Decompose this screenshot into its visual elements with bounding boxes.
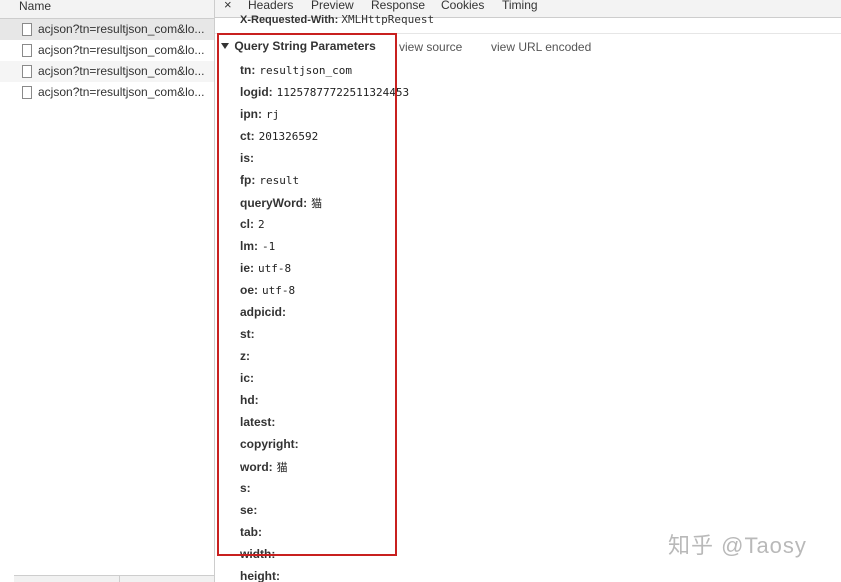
tab-headers[interactable]: Headers [248,0,293,12]
param-key: oe: [240,283,258,297]
query-param-row: hd: [240,393,263,409]
param-value: rj [266,108,280,121]
cutoff-header-key: X-Requested-With: [240,14,339,26]
request-row[interactable]: acjson?tn=resultjson_com&lo... [0,61,214,82]
horizontal-scrollbar[interactable] [14,575,214,582]
section-divider [215,33,841,34]
tab-timing[interactable]: Timing [502,0,538,12]
param-key: tab: [240,525,262,539]
query-string-section-header[interactable]: Query String Parameters [221,39,376,53]
request-row[interactable]: acjson?tn=resultjson_com&lo... [0,82,214,103]
param-key: height: [240,569,280,582]
param-key: word: [240,460,273,474]
query-param-row: adpicid: [240,305,290,321]
param-value: 猫 [276,461,288,474]
name-column-label: Name [19,0,52,13]
cutoff-header-value: XMLHttpRequest [341,13,435,26]
param-key: se: [240,503,258,517]
param-key: ct: [240,129,255,143]
tab-cookies[interactable]: Cookies [441,0,484,12]
param-value: 201326592 [258,130,319,143]
query-param-row: height: [240,569,284,582]
query-param-row: st: [240,327,259,343]
param-key: hd: [240,393,259,407]
name-column-header[interactable]: Name [0,0,214,19]
request-row[interactable]: acjson?tn=resultjson_com&lo... [0,19,214,40]
param-key: lm: [240,239,258,253]
query-param-row: oe: utf-8 [240,283,295,299]
close-icon[interactable]: × [224,0,232,12]
param-value: 11257877722511324453 [276,86,410,99]
param-value: result [259,174,300,187]
request-list: Name acjson?tn=resultjson_com&lo... acjs… [0,0,215,582]
query-param-row: s: [240,481,255,497]
query-param-row: fp: result [240,173,299,189]
cutoff-header-row: X-Requested-With: XMLHttpRequest [240,13,434,26]
request-row-label: acjson?tn=resultjson_com&lo... [38,22,205,36]
query-param-row: z: [240,349,254,365]
file-icon [22,23,32,36]
param-key: ipn: [240,107,262,121]
tab-response[interactable]: Response [371,0,425,12]
query-param-row: ipn: rj [240,107,279,123]
query-param-row: logid: 11257877722511324453 [240,85,409,101]
param-value: -1 [262,240,276,253]
query-param-row: word: 猫 [240,459,288,475]
query-param-row: ie: utf-8 [240,261,291,277]
param-key: cl: [240,217,255,231]
param-key: logid: [240,85,273,99]
watermark: 知乎 @Taosy [668,533,807,558]
query-param-row: copyright: [240,437,303,453]
query-param-row: tn: resultjson_com [240,63,352,79]
param-key: queryWord: [240,196,308,210]
query-param-row: width: [240,547,279,563]
view-source-link[interactable]: view source [399,40,462,54]
file-icon [22,86,32,99]
scrollbar-divider [119,576,120,582]
request-row-label: acjson?tn=resultjson_com&lo... [38,43,205,57]
param-value: utf-8 [262,284,296,297]
param-key: tn: [240,63,256,77]
file-icon [22,65,32,78]
param-key: copyright: [240,437,299,451]
param-key: width: [240,547,276,561]
section-title: Query String Parameters [234,39,376,53]
param-value: 2 [258,218,265,231]
param-key: ie: [240,261,255,275]
query-param-row: se: [240,503,261,519]
query-param-row: ic: [240,371,258,387]
param-key: fp: [240,173,256,187]
param-key: ic: [240,371,255,385]
query-param-row: is: [240,151,258,167]
query-param-row: tab: [240,525,266,541]
param-key: adpicid: [240,305,287,319]
request-row[interactable]: acjson?tn=resultjson_com&lo... [0,40,214,61]
query-param-row: latest: [240,415,279,431]
param-key: is: [240,151,255,165]
query-param-row: queryWord: 猫 [240,195,322,211]
file-icon [22,44,32,57]
query-param-row: lm: -1 [240,239,275,255]
param-key: z: [240,349,250,363]
param-key: st: [240,327,255,341]
param-key: latest: [240,415,276,429]
param-key: s: [240,481,251,495]
request-row-label: acjson?tn=resultjson_com&lo... [38,64,205,78]
view-url-encoded-link[interactable]: view URL encoded [491,40,591,54]
param-value: utf-8 [258,262,292,275]
request-row-label: acjson?tn=resultjson_com&lo... [38,85,205,99]
triangle-down-icon [221,42,229,49]
param-value: 猫 [311,197,323,210]
request-detail-panel: × Headers Preview Response Cookies Timin… [215,0,841,582]
query-param-row: cl: 2 [240,217,265,233]
query-param-row: ct: 201326592 [240,129,318,145]
param-value: resultjson_com [259,64,353,77]
tab-preview[interactable]: Preview [311,0,354,12]
